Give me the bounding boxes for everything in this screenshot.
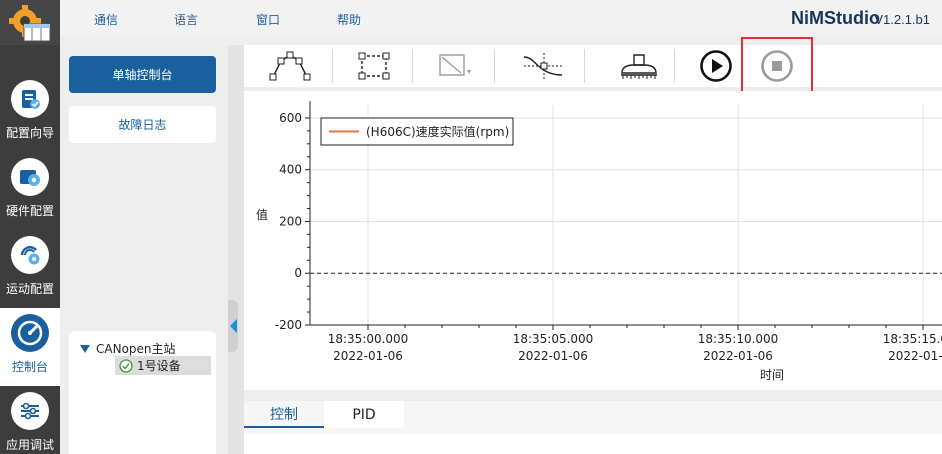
rail-label: 应用调试 xyxy=(5,438,54,452)
y-tick-label: -200 xyxy=(275,318,302,332)
tree-node-device-1[interactable]: 1号设备 xyxy=(115,356,211,375)
play-icon xyxy=(700,50,732,82)
x-tick-time: 18:35:00.000 xyxy=(328,332,409,346)
sliders-icon xyxy=(11,392,49,430)
toolbar-separator xyxy=(412,49,413,83)
navigation-rail: 配置向导 硬件配置 运动配置 控制台 应用调试 xyxy=(0,0,60,454)
y-axis-label: 值 xyxy=(256,207,268,222)
stop-button[interactable] xyxy=(738,45,816,87)
x-tick-time: 18:35:05.000 xyxy=(513,332,594,346)
motion-gear-icon xyxy=(11,236,49,274)
node-path-button[interactable] xyxy=(251,45,329,87)
fault-log-button[interactable]: 故障日志 xyxy=(69,106,216,143)
curve-crosshair-button[interactable] xyxy=(504,45,582,87)
diagonal-frame-button[interactable] xyxy=(415,45,493,87)
left-panel: 单轴控制台 故障日志 CANopen主站 1号设备 xyxy=(60,37,228,454)
rail-label: 运动配置 xyxy=(5,282,54,296)
chart-toolbar xyxy=(244,37,942,94)
y-tick-label: 400 xyxy=(279,163,302,177)
rail-item-console[interactable]: 控制台 xyxy=(0,308,60,386)
check-circle-icon xyxy=(119,358,133,373)
chart-panel: 600 400 200 0 -200 18:35:00.000 2022-01-06 18:… xyxy=(244,91,942,390)
toolbar-separator xyxy=(332,49,333,83)
rail-item-hardware-config[interactable]: 硬件配置 xyxy=(0,152,60,230)
bounding-box-icon xyxy=(358,52,390,80)
x-tick-date: 2022-01-06 xyxy=(703,349,773,363)
rail-label: 控制台 xyxy=(11,360,48,374)
menu-bar: 通信 语言 窗口 帮助 NiMStudio V1.2.1.b1 xyxy=(60,0,942,37)
probe-scale-button[interactable] xyxy=(600,45,678,87)
bottom-panel: 控制 PID xyxy=(244,401,942,454)
curve-crosshair-icon xyxy=(523,53,563,79)
node-path-icon xyxy=(269,51,311,81)
app-title: NiMStudio xyxy=(791,8,880,28)
tree-node-label: CANopen主站 xyxy=(96,342,176,356)
wizard-icon xyxy=(11,80,49,118)
app-version: V1.2.1.b1 xyxy=(874,12,930,27)
tree-node-canopen-master[interactable]: CANopen主站 xyxy=(80,340,176,357)
hardware-gear-icon xyxy=(11,158,49,196)
gauge-icon xyxy=(11,314,49,352)
legend-label: (H606C)速度实际值(rpm) xyxy=(366,124,509,139)
stop-icon xyxy=(761,50,793,82)
rail-label: 硬件配置 xyxy=(5,204,54,218)
chart-legend[interactable]: (H606C)速度实际值(rpm) xyxy=(320,117,514,146)
x-tick-date: 2022-01-06 xyxy=(518,349,588,363)
toolbar-separator xyxy=(494,49,495,83)
rail-item-motion-config[interactable]: 运动配置 xyxy=(0,230,60,308)
collapse-panel-handle[interactable] xyxy=(228,300,238,352)
tree-node-label: 1号设备 xyxy=(137,359,181,373)
rail-item-config-wizard[interactable]: 配置向导 xyxy=(0,74,60,152)
gear-window-icon xyxy=(9,4,51,41)
tab-content xyxy=(244,434,942,454)
x-tick-date: 2022-01-06 xyxy=(333,349,403,363)
x-tick-date: 2022-01-06 xyxy=(888,349,942,363)
app-logo xyxy=(0,0,60,45)
tab-control[interactable]: 控制 xyxy=(244,401,324,428)
y-tick-label: 600 xyxy=(279,111,302,125)
menu-help[interactable]: 帮助 xyxy=(337,11,361,28)
toolbar-separator xyxy=(674,49,675,83)
speed-chart: 600 400 200 0 -200 18:35:00.000 2022-01-06 18:… xyxy=(256,101,942,382)
triangle-left-icon xyxy=(229,319,237,333)
device-tree: CANopen主站 1号设备 xyxy=(69,331,216,454)
menu-window[interactable]: 窗口 xyxy=(256,11,280,28)
single-axis-console-button[interactable]: 单轴控制台 xyxy=(69,56,216,93)
probe-scale-icon xyxy=(621,54,657,79)
x-tick-time: 18:35:15.000 xyxy=(883,332,942,346)
y-tick-label: 200 xyxy=(279,214,302,228)
tab-pid[interactable]: PID xyxy=(324,401,404,428)
menu-language[interactable]: 语言 xyxy=(174,11,198,28)
y-tick-label: 0 xyxy=(294,266,302,280)
panel-divider xyxy=(228,45,244,454)
diagonal-frame-icon xyxy=(439,54,471,76)
toolbar-separator xyxy=(584,49,585,83)
x-axis-label: 时间 xyxy=(760,368,784,382)
x-tick-time: 18:35:10.000 xyxy=(698,332,779,346)
bounding-box-button[interactable] xyxy=(335,45,413,87)
menu-communication[interactable]: 通信 xyxy=(94,11,118,28)
rail-item-app-debug[interactable]: 应用调试 xyxy=(0,386,60,454)
rail-label: 配置向导 xyxy=(5,126,54,140)
triangle-down-icon[interactable] xyxy=(80,344,90,353)
